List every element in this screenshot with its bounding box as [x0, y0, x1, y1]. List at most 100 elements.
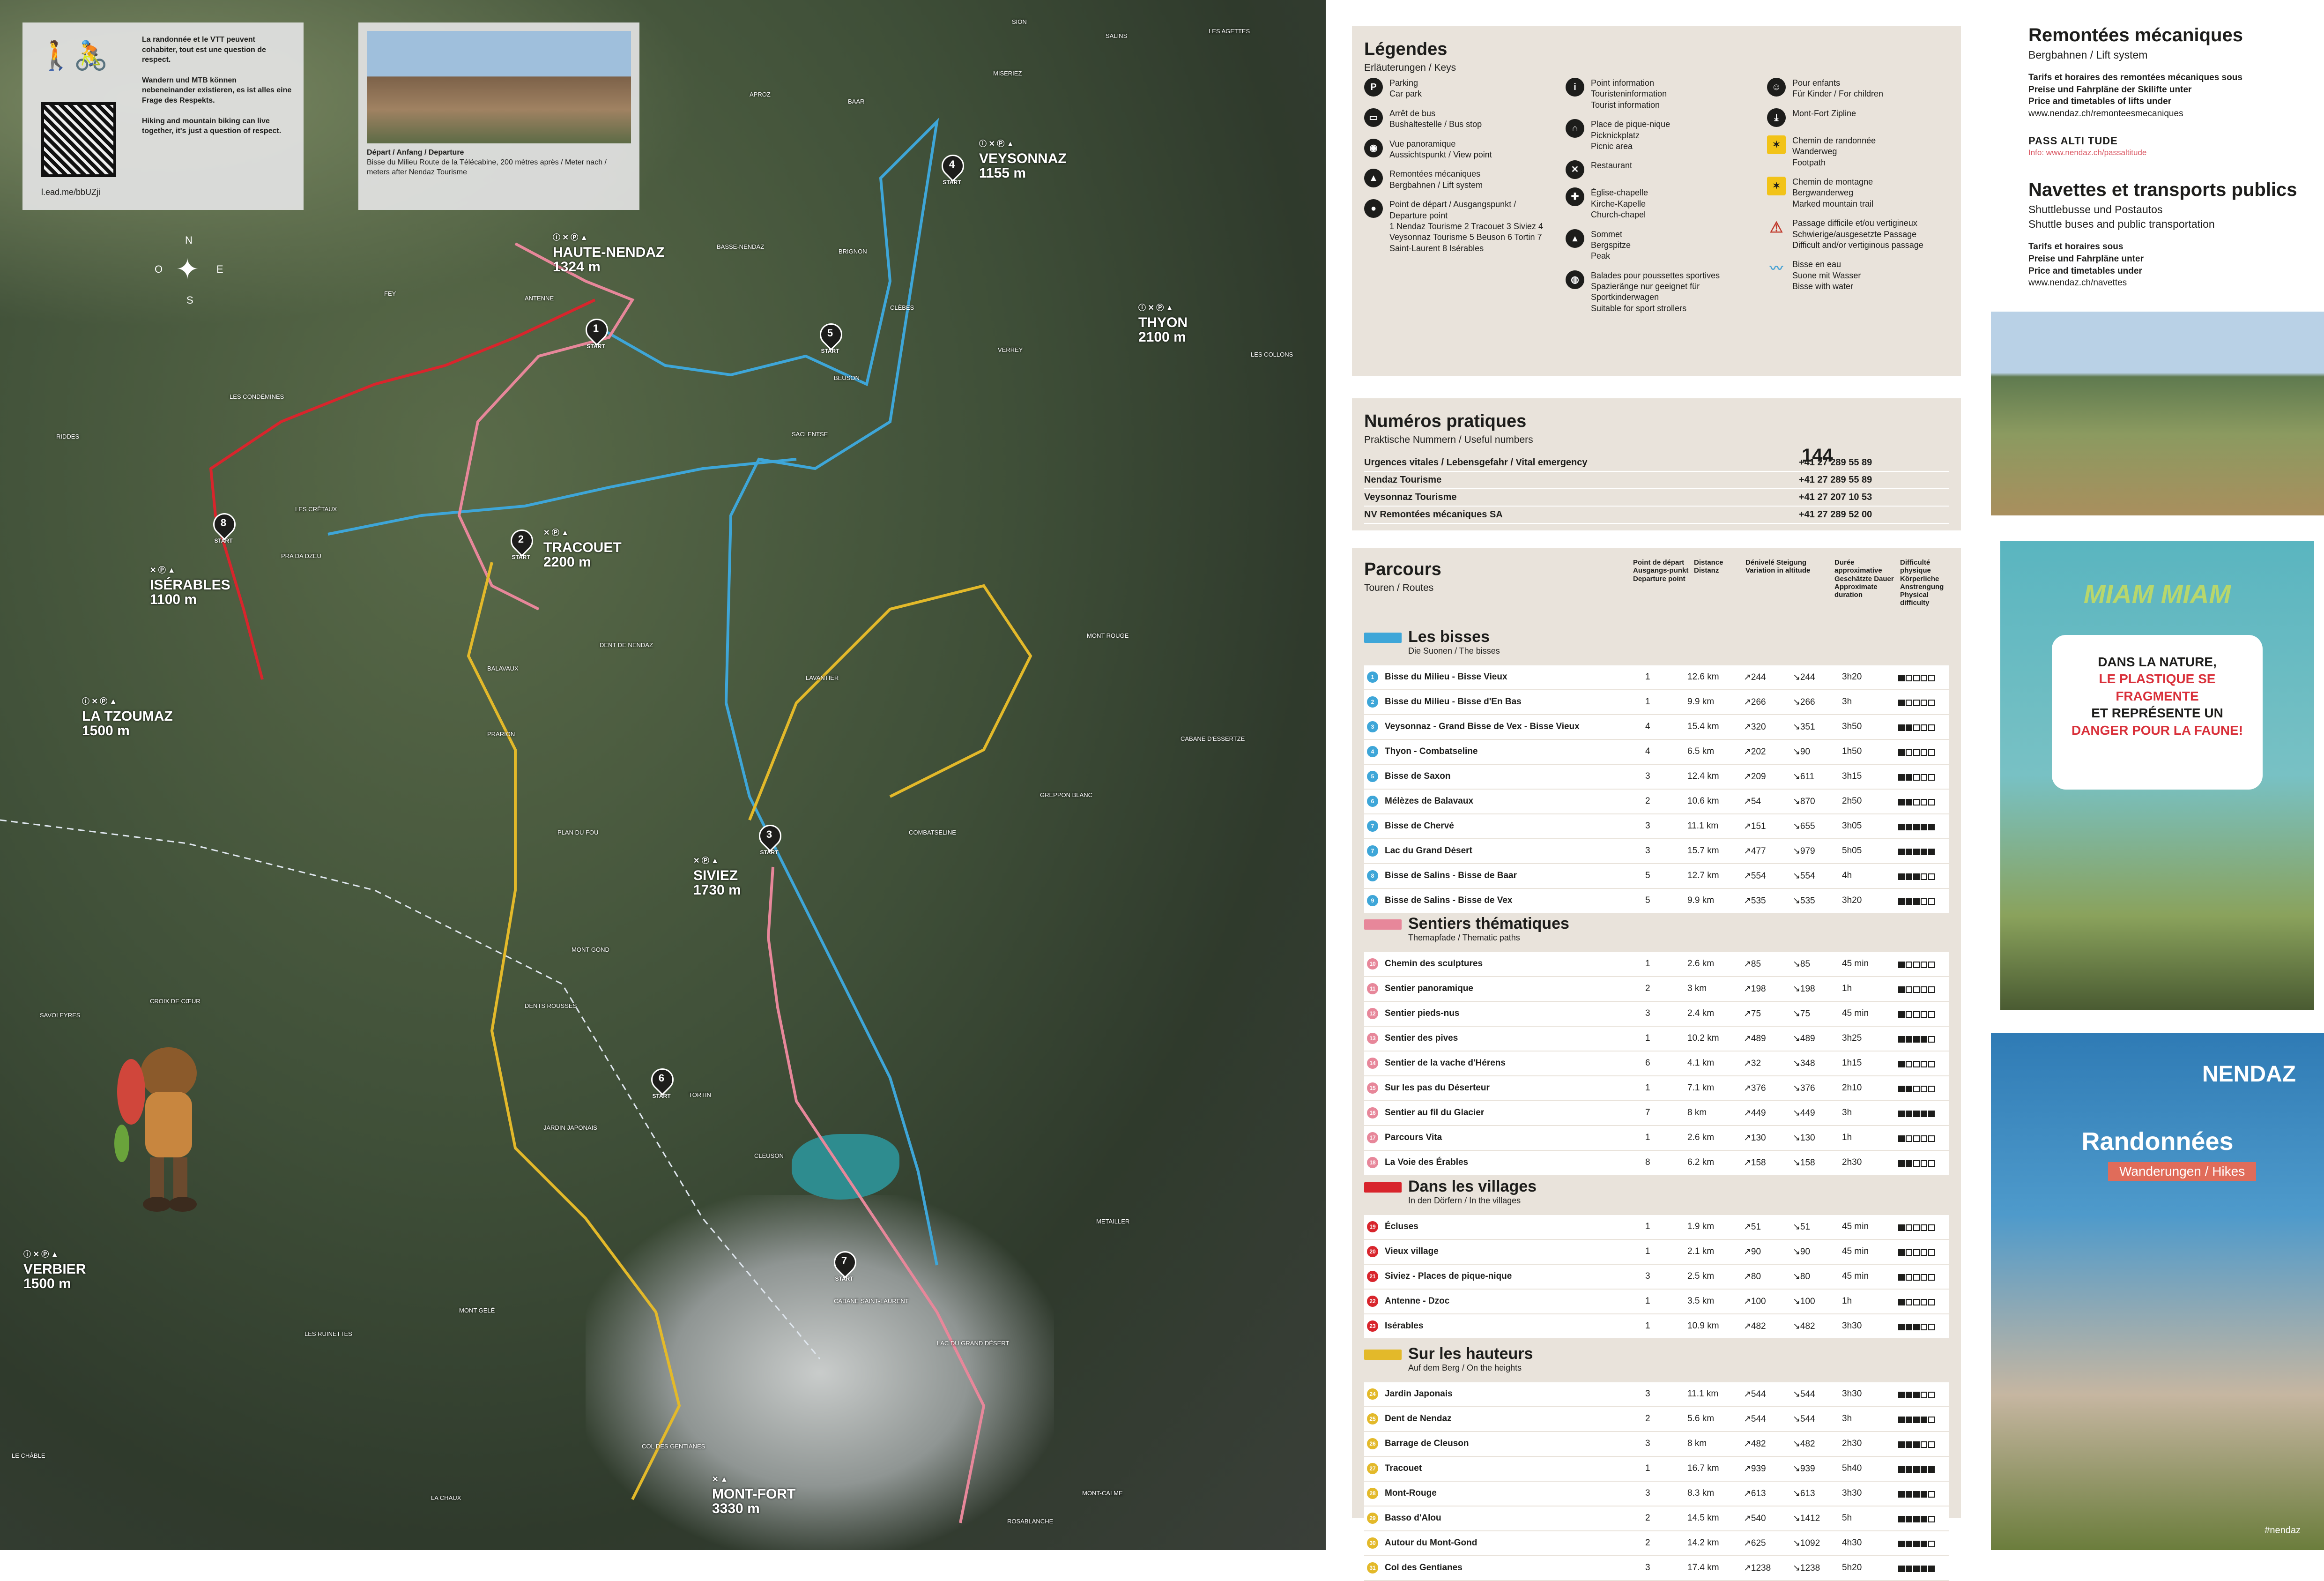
route-row[interactable]: 16 Sentier au fil du Glacier 7 8 km ↗449 ↘449… — [1364, 1101, 1949, 1126]
shuttles-line-3: Price and timetables under — [2028, 266, 2142, 276]
route-number-badge: 4 — [1367, 746, 1378, 757]
route-start: 1 — [1645, 1246, 1650, 1256]
route-name: Col des Gentianes — [1385, 1563, 1463, 1573]
route-row[interactable]: 26 Barrage de Cleuson 3 8 km ↗482 ↘482 2h30 — [1364, 1432, 1949, 1457]
route-row[interactable]: 3 Veysonnaz - Grand Bisse de Vex - Bisse … — [1364, 715, 1949, 740]
start-pin-1[interactable]: 1 START — [581, 314, 613, 350]
place-tracouet[interactable]: ✕ Ⓟ ▲ TRACOUET 2200 m — [543, 529, 622, 570]
warning-icon: ⚠ — [1769, 219, 1783, 236]
route-number-badge: 27 — [1367, 1463, 1378, 1474]
route-descent: ↘348 — [1793, 1059, 1815, 1068]
route-ascent: ↗130 — [1744, 1133, 1766, 1143]
numbers-table: Urgences vitales / Lebensgefahr / Vital … — [1364, 455, 1949, 524]
header-duration: Durée approximative Geschätzte Dauer App… — [1834, 559, 1894, 599]
route-row[interactable]: 20 Vieux village 1 2.1 km ↗90 ↘90 45 min — [1364, 1240, 1949, 1265]
route-name: Bisse de Saxon — [1385, 771, 1451, 781]
start-pin-3[interactable]: 3 START — [754, 820, 786, 856]
qr-code[interactable] — [41, 102, 116, 177]
route-row[interactable]: 30 Autour du Mont-Gond 2 14.2 km ↗625 ↘1092 4h… — [1364, 1531, 1949, 1556]
route-number-badge: 20 — [1367, 1246, 1378, 1257]
route-difficulty — [1898, 1010, 1936, 1021]
route-ascent: ↗625 — [1744, 1538, 1766, 1548]
route-start: 5 — [1645, 871, 1650, 880]
route-row[interactable]: 13 Sentier des pives 1 10.2 km ↗489 ↘489 3h25 — [1364, 1027, 1949, 1052]
route-start: 3 — [1645, 1563, 1650, 1573]
route-row[interactable]: 28 Mont-Rouge 3 8.3 km ↗613 ↘613 3h30 — [1364, 1482, 1949, 1506]
route-row[interactable]: 22 Antenne - Dzoc 1 3.5 km ↗100 ↘100 1h — [1364, 1290, 1949, 1314]
route-row[interactable]: 9 Bisse de Salins - Bisse de Vex 5 9.9 km ↗5… — [1364, 889, 1949, 914]
start-pin-5[interactable]: 5 START — [815, 319, 847, 354]
shuttles-url[interactable]: www.nendaz.ch/navettes — [2028, 277, 2309, 289]
map-area[interactable]: 🚶🚴 La randonnée et le VTT peuvent cohabi… — [0, 0, 1326, 1550]
route-row[interactable]: 18 La Voie des Érables 8 6.2 km ↗158 ↘158 2h30 — [1364, 1151, 1949, 1176]
route-row[interactable]: 29 Basso d'Alou 2 14.5 km ↗540 ↘1412 5h — [1364, 1506, 1949, 1531]
start-pin-6[interactable]: 6 START — [646, 1064, 678, 1099]
place-siviez[interactable]: ✕ Ⓟ ▲ SIVIEZ 1730 m — [693, 857, 741, 898]
route-row[interactable]: 4 Thyon - Combatseline 4 6.5 km ↗202 ↘90 1h50 — [1364, 740, 1949, 765]
footpath-icon: ✶ — [1767, 135, 1786, 154]
route-row[interactable]: 23 Isérables 1 10.9 km ↗482 ↘482 3h30 — [1364, 1314, 1949, 1339]
route-difficulty — [1898, 1085, 1936, 1095]
place-balavaux: BALAVAUX — [487, 665, 519, 672]
start-pin-2[interactable]: 2 START — [506, 525, 538, 560]
pass-altitude-info[interactable]: Info: www.nendaz.ch/passaltitude — [2028, 148, 2309, 158]
header-distance: Distance Distanz — [1694, 559, 1723, 575]
water-icon: 〰 — [1769, 261, 1783, 276]
route-row[interactable]: 11 Sentier panoramique 2 3 km ↗198 ↘198 1h — [1364, 977, 1949, 1002]
route-row[interactable]: 7 Lac du Grand Désert 3 15.7 km ↗477 ↘979 5h05 — [1364, 839, 1949, 864]
shuttles-title: Navettes et transports publics — [2028, 179, 2297, 201]
lifts-url[interactable]: www.nendaz.ch/remonteesmecaniques — [2028, 108, 2309, 120]
place-iserables[interactable]: ✕ Ⓟ ▲ ISÉRABLES 1100 m — [150, 567, 230, 607]
route-row[interactable]: 15 Sur les pas du Déserteur 1 7.1 km ↗376 ↘37… — [1364, 1076, 1949, 1101]
route-ascent: ↗202 — [1744, 747, 1766, 757]
place-mont-fort[interactable]: ✕ ▲ MONT-FORT 3330 m — [712, 1476, 795, 1516]
route-start: 1 — [1645, 672, 1650, 682]
route-row[interactable]: 12 Sentier pieds-nus 3 2.4 km ↗75 ↘75 45 min — [1364, 1002, 1949, 1027]
route-row[interactable]: 8 Bisse de Salins - Bisse de Baar 5 12.7 km… — [1364, 864, 1949, 889]
route-row[interactable]: 24 Jardin Japonais 3 11.1 km ↗544 ↘544 3h30 — [1364, 1382, 1949, 1407]
route-row[interactable]: 10 Chemin des sculptures 1 2.6 km ↗85 ↘85 45 m… — [1364, 952, 1949, 977]
start-pin-4[interactable]: 4 START — [937, 150, 969, 186]
start-pin-8[interactable]: 8 START — [208, 508, 240, 544]
route-row[interactable]: 31 Col des Gentianes 3 17.4 km ↗1238 ↘1238 5h2… — [1364, 1556, 1949, 1581]
place-rosablanche: ROSABLANCHE — [1007, 1518, 1054, 1525]
route-start: 3 — [1645, 1488, 1650, 1498]
route-ascent: ↗482 — [1744, 1439, 1766, 1449]
qr-link[interactable]: l.ead.me/bbUZji — [41, 186, 100, 198]
route-row[interactable]: 27 Tracouet 1 16.7 km ↗939 ↘939 5h40 — [1364, 1457, 1949, 1482]
departure-photo — [367, 31, 631, 143]
route-row[interactable]: 21 Siviez - Places de pique-nique 3 2.5 km ↗… — [1364, 1265, 1949, 1290]
lifts-panel: Remontées mécaniques Bergbahnen / Lift s… — [2028, 22, 2309, 289]
route-row[interactable]: 6 Mélèzes de Balavaux 2 10.6 km ↗54 ↘870 2h50 — [1364, 790, 1949, 814]
route-row[interactable]: 5 Bisse de Saxon 3 12.4 km ↗209 ↘611 3h15 — [1364, 765, 1949, 790]
legend-view: ◉ Vue panoramique Aussichtspunkt / View p… — [1364, 138, 1552, 161]
route-descent: ↘535 — [1793, 896, 1815, 906]
route-row[interactable]: 2 Bisse du Milieu - Bisse d'En Bas 1 9.9 km… — [1364, 690, 1949, 715]
place-aproz: APROZ — [750, 91, 771, 98]
route-name: Dent de Nendaz — [1385, 1414, 1452, 1424]
route-row[interactable]: 14 Sentier de la vache d'Hérens 6 4.1 km ↗32… — [1364, 1052, 1949, 1076]
lift-icon: ▲ — [1364, 169, 1383, 188]
info-fr: La randonnée et le VTT peuvent cohabiter… — [142, 36, 266, 64]
place-thyon[interactable]: ⓘ ✕ Ⓟ ▲ THYON 2100 m — [1138, 304, 1188, 345]
route-duration: 2h30 — [1842, 1157, 1862, 1167]
place-verbier[interactable]: ⓘ ✕ Ⓟ ▲ VERBIER 1500 m — [23, 1251, 86, 1291]
place-beuson: BEUSON — [834, 374, 860, 381]
route-distance: 2.4 km — [1687, 1008, 1715, 1018]
route-difficulty — [1898, 1490, 1936, 1500]
route-descent: ↘244 — [1793, 672, 1815, 682]
route-row[interactable]: 19 Écluses 1 1.9 km ↗51 ↘51 45 min — [1364, 1215, 1949, 1240]
place-veysonnaz[interactable]: ⓘ ✕ Ⓟ ▲ VEYSONNAZ 1155 m — [979, 140, 1067, 181]
route-row[interactable]: 1 Bisse du Milieu - Bisse Vieux 1 12.6 km ↗2… — [1364, 665, 1949, 690]
route-number-badge: 17 — [1367, 1132, 1378, 1143]
section-color-bar — [1364, 919, 1402, 930]
place-la-tzoumaz[interactable]: ⓘ ✕ Ⓟ ▲ LA TZOUMAZ 1500 m — [82, 698, 173, 738]
route-number-badge: 9 — [1367, 895, 1378, 906]
place-haute-nendaz[interactable]: ⓘ ✕ Ⓟ ▲ HAUTE-NENDAZ 1324 m — [553, 234, 664, 275]
route-row[interactable]: 25 Dent de Nendaz 2 5.6 km ↗544 ↘544 3h — [1364, 1407, 1949, 1432]
route-distance: 8.3 km — [1687, 1488, 1715, 1498]
route-row[interactable]: 7 Bisse de Chervé 3 11.1 km ↗151 ↘655 3h05 — [1364, 814, 1949, 839]
route-row[interactable]: 17 Parcours Vita 1 2.6 km ↗130 ↘130 1h — [1364, 1126, 1949, 1151]
start-pin-7[interactable]: 7 START — [829, 1246, 861, 1282]
route-start: 4 — [1645, 746, 1650, 756]
